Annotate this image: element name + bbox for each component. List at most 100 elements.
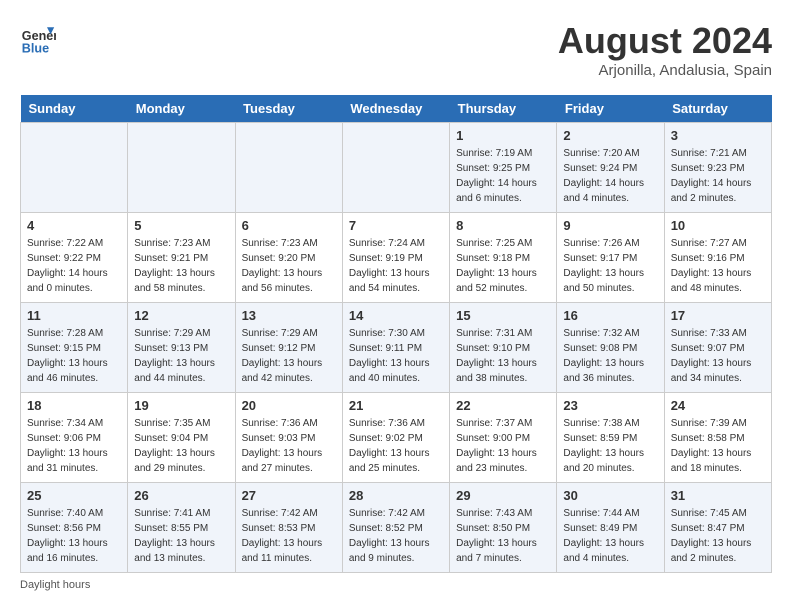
day-number: 19 [134, 398, 228, 413]
day-number: 5 [134, 218, 228, 233]
day-info: Sunrise: 7:36 AMSunset: 9:03 PMDaylight:… [242, 416, 336, 476]
calendar-cell [128, 123, 235, 213]
footer-note: Daylight hours [20, 579, 772, 591]
header-row: Sunday Monday Tuesday Wednesday Thursday… [21, 95, 772, 123]
day-number: 17 [671, 308, 765, 323]
day-info: Sunrise: 7:37 AMSunset: 9:00 PMDaylight:… [456, 416, 550, 476]
day-number: 31 [671, 488, 765, 503]
calendar-cell: 13 Sunrise: 7:29 AMSunset: 9:12 PMDayligh… [235, 303, 342, 393]
col-monday: Monday [128, 95, 235, 123]
day-info: Sunrise: 7:23 AMSunset: 9:20 PMDaylight:… [242, 236, 336, 296]
col-friday: Friday [557, 95, 664, 123]
day-number: 14 [349, 308, 443, 323]
day-info: Sunrise: 7:29 AMSunset: 9:12 PMDaylight:… [242, 326, 336, 386]
day-info: Sunrise: 7:21 AMSunset: 9:23 PMDaylight:… [671, 146, 765, 206]
day-info: Sunrise: 7:28 AMSunset: 9:15 PMDaylight:… [27, 326, 121, 386]
day-info: Sunrise: 7:26 AMSunset: 9:17 PMDaylight:… [563, 236, 657, 296]
day-number: 21 [349, 398, 443, 413]
calendar-cell: 8Sunrise: 7:25 AMSunset: 9:18 PMDaylight… [450, 213, 557, 303]
calendar-cell: 31Sunrise: 7:45 AMSunset: 8:47 PMDayligh… [664, 483, 771, 573]
day-info: Sunrise: 7:20 AMSunset: 9:24 PMDaylight:… [563, 146, 657, 206]
calendar-cell: 12 Sunrise: 7:29 AMSunset: 9:13 PMDayligh… [128, 303, 235, 393]
calendar-cell [21, 123, 128, 213]
calendar-cell: 21 Sunrise: 7:36 AMSunset: 9:02 PMDayligh… [342, 393, 449, 483]
day-number: 13 [242, 308, 336, 323]
day-number: 25 [27, 488, 121, 503]
day-number: 1 [456, 128, 550, 143]
calendar-cell: 9Sunrise: 7:26 AMSunset: 9:17 PMDaylight… [557, 213, 664, 303]
day-number: 26 [134, 488, 228, 503]
month-year: August 2024 [558, 20, 772, 62]
day-info: Sunrise: 7:36 AMSunset: 9:02 PMDaylight:… [349, 416, 443, 476]
day-info: Sunrise: 7:22 AMSunset: 9:22 PMDaylight:… [27, 236, 121, 296]
col-sunday: Sunday [21, 95, 128, 123]
day-info: Sunrise: 7:34 AMSunset: 9:06 PMDaylight:… [27, 416, 121, 476]
calendar-cell: 14 Sunrise: 7:30 AMSunset: 9:11 PMDayligh… [342, 303, 449, 393]
calendar-cell: 11 Sunrise: 7:28 AMSunset: 9:15 PMDayligh… [21, 303, 128, 393]
calendar-cell: 18Sunrise: 7:34 AMSunset: 9:06 PMDayligh… [21, 393, 128, 483]
day-number: 22 [456, 398, 550, 413]
day-number: 28 [349, 488, 443, 503]
calendar-cell [342, 123, 449, 213]
calendar-cell: 7Sunrise: 7:24 AMSunset: 9:19 PMDaylight… [342, 213, 449, 303]
day-info: Sunrise: 7:41 AMSunset: 8:55 PMDaylight:… [134, 506, 228, 566]
day-number: 7 [349, 218, 443, 233]
day-info: Sunrise: 7:30 AMSunset: 9:11 PMDaylight:… [349, 326, 443, 386]
day-number: 20 [242, 398, 336, 413]
day-info: Sunrise: 7:43 AMSunset: 8:50 PMDaylight:… [456, 506, 550, 566]
day-number: 6 [242, 218, 336, 233]
logo-icon: General Blue [20, 20, 56, 56]
day-info: Sunrise: 7:31 AMSunset: 9:10 PMDaylight:… [456, 326, 550, 386]
day-info: Sunrise: 7:38 AMSunset: 8:59 PMDaylight:… [563, 416, 657, 476]
day-number: 27 [242, 488, 336, 503]
day-number: 11 [27, 308, 121, 323]
calendar-cell: 2Sunrise: 7:20 AMSunset: 9:24 PMDaylight… [557, 123, 664, 213]
col-tuesday: Tuesday [235, 95, 342, 123]
calendar-cell: 28 Sunrise: 7:42 AMSunset: 8:52 PMDayligh… [342, 483, 449, 573]
day-info: Sunrise: 7:42 AMSunset: 8:53 PMDaylight:… [242, 506, 336, 566]
day-info: Sunrise: 7:27 AMSunset: 9:16 PMDaylight:… [671, 236, 765, 296]
calendar-cell: 5Sunrise: 7:23 AMSunset: 9:21 PMDaylight… [128, 213, 235, 303]
calendar-cell: 29 Sunrise: 7:43 AMSunset: 8:50 PMDayligh… [450, 483, 557, 573]
calendar-cell: 27 Sunrise: 7:42 AMSunset: 8:53 PMDayligh… [235, 483, 342, 573]
calendar-cell: 1 Sunrise: 7:19 AMSunset: 9:25 PMDaylight… [450, 123, 557, 213]
day-number: 10 [671, 218, 765, 233]
day-number: 8 [456, 218, 550, 233]
calendar-cell: 25Sunrise: 7:40 AMSunset: 8:56 PMDayligh… [21, 483, 128, 573]
day-number: 16 [563, 308, 657, 323]
day-info: Sunrise: 7:42 AMSunset: 8:52 PMDaylight:… [349, 506, 443, 566]
day-number: 24 [671, 398, 765, 413]
day-info: Sunrise: 7:32 AMSunset: 9:08 PMDaylight:… [563, 326, 657, 386]
calendar-cell: 17 Sunrise: 7:33 AMSunset: 9:07 PMDayligh… [664, 303, 771, 393]
day-number: 29 [456, 488, 550, 503]
calendar-cell: 26 Sunrise: 7:41 AMSunset: 8:55 PMDayligh… [128, 483, 235, 573]
location: Arjonilla, Andalusia, Spain [558, 62, 772, 79]
day-number: 12 [134, 308, 228, 323]
calendar-cell: 30Sunrise: 7:44 AMSunset: 8:49 PMDayligh… [557, 483, 664, 573]
calendar-week-3: 11 Sunrise: 7:28 AMSunset: 9:15 PMDayligh… [21, 303, 772, 393]
day-number: 23 [563, 398, 657, 413]
day-number: 15 [456, 308, 550, 323]
calendar-table: Sunday Monday Tuesday Wednesday Thursday… [20, 95, 772, 573]
calendar-cell: 24 Sunrise: 7:39 AMSunset: 8:58 PMDayligh… [664, 393, 771, 483]
day-info: Sunrise: 7:29 AMSunset: 9:13 PMDaylight:… [134, 326, 228, 386]
calendar-week-4: 18Sunrise: 7:34 AMSunset: 9:06 PMDayligh… [21, 393, 772, 483]
calendar-cell: 23 Sunrise: 7:38 AMSunset: 8:59 PMDayligh… [557, 393, 664, 483]
logo: General Blue [20, 20, 56, 56]
calendar-week-1: 1 Sunrise: 7:19 AMSunset: 9:25 PMDaylight… [21, 123, 772, 213]
svg-text:Blue: Blue [22, 41, 49, 55]
calendar-cell: 22 Sunrise: 7:37 AMSunset: 9:00 PMDayligh… [450, 393, 557, 483]
day-info: Sunrise: 7:44 AMSunset: 8:49 PMDaylight:… [563, 506, 657, 566]
day-info: Sunrise: 7:33 AMSunset: 9:07 PMDaylight:… [671, 326, 765, 386]
col-wednesday: Wednesday [342, 95, 449, 123]
header: General Blue August 2024 Arjonilla, Anda… [20, 20, 772, 79]
calendar-cell: 3Sunrise: 7:21 AMSunset: 9:23 PMDaylight… [664, 123, 771, 213]
calendar-cell: 6 Sunrise: 7:23 AMSunset: 9:20 PMDaylight… [235, 213, 342, 303]
col-thursday: Thursday [450, 95, 557, 123]
col-saturday: Saturday [664, 95, 771, 123]
calendar-cell [235, 123, 342, 213]
day-number: 4 [27, 218, 121, 233]
calendar-cell: 15 Sunrise: 7:31 AMSunset: 9:10 PMDayligh… [450, 303, 557, 393]
day-info: Sunrise: 7:19 AMSunset: 9:25 PMDaylight:… [456, 146, 550, 206]
day-info: Sunrise: 7:39 AMSunset: 8:58 PMDaylight:… [671, 416, 765, 476]
